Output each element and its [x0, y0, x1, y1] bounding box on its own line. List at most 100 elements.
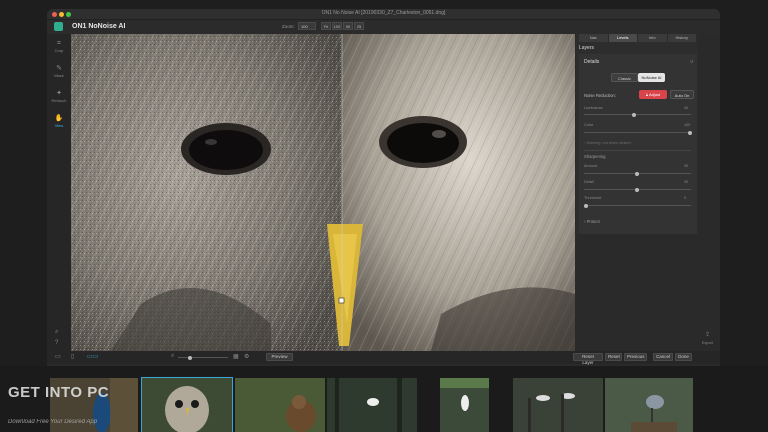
title-bar: ON1 No Noise AI [20190330_Z7_Charleston_…	[47, 9, 720, 20]
color-value: 100	[684, 123, 691, 127]
crop-icon: ⌗	[57, 40, 61, 47]
bottom-bar: ▭ ▯ ▭▭ ⌕ ▦ ⚙ Preview Reset Layer Reset P…	[47, 351, 720, 365]
search-icon[interactable]: ⌕	[55, 329, 58, 336]
tool-label: Crop	[54, 48, 64, 53]
tool-label: Retouch	[51, 98, 67, 103]
tool-label: Mask	[54, 73, 64, 78]
grid-icon[interactable]: ▦	[233, 353, 239, 360]
tool-mask[interactable]: ✎ Mask	[47, 64, 71, 86]
tool-retouch[interactable]: ✦ Retouch	[47, 89, 71, 111]
retouch-icon: ✦	[56, 90, 62, 97]
zoom-50-button[interactable]: 50	[343, 22, 353, 30]
owl-photo	[71, 34, 575, 351]
tool-crop[interactable]: ⌗ Crop	[47, 39, 71, 61]
export-icon[interactable]: ⇪	[705, 331, 710, 338]
window-title: ON1 No Noise AI [20190330_Z7_Charleston_…	[321, 10, 446, 16]
done-button[interactable]: Done	[675, 353, 692, 361]
export-label[interactable]: Export	[702, 341, 713, 345]
detail-knob[interactable]	[635, 187, 639, 192]
reset-button[interactable]: Reset	[605, 353, 622, 361]
details-heading[interactable]: Details	[584, 59, 599, 65]
zoom-slider[interactable]	[178, 355, 228, 360]
preview-button[interactable]: Preview	[266, 353, 293, 361]
adjust-label: Adjust	[648, 92, 661, 97]
amount-slider[interactable]	[584, 171, 691, 176]
cancel-button[interactable]: Cancel	[653, 353, 673, 361]
watermark-subtitle: Download Free Your Desired App	[8, 419, 98, 425]
app-header: ON1 NoNoise AI Zoom: 100 Fit 100 50 25	[47, 20, 720, 34]
heron-photo	[605, 378, 693, 432]
hawk-photo	[235, 378, 325, 432]
thumbnail-owl[interactable]	[141, 377, 233, 432]
compare-icon[interactable]: ▭	[55, 353, 61, 360]
egret-swamp-photo	[327, 378, 417, 432]
tab-levels[interactable]: Levels	[608, 34, 638, 42]
previous-button[interactable]: Previous	[624, 353, 647, 361]
watermark-title: GET INTO PC	[8, 384, 110, 401]
brush-icon: ✎	[56, 65, 62, 72]
panel-tabs: Nav Levels Info History	[579, 34, 697, 42]
luminance-label: Luminance	[584, 106, 603, 110]
zoom-25-button[interactable]: 25	[354, 22, 364, 30]
tool-label: View	[54, 123, 64, 128]
split-handle	[338, 297, 345, 304]
view-icon: ✋	[54, 115, 64, 122]
split-view-icon[interactable]: ▯	[71, 353, 74, 360]
thumbnail-egret-swamp[interactable]	[327, 378, 417, 432]
threshold-value: 0	[684, 196, 687, 200]
tab-info[interactable]: Info	[638, 34, 668, 42]
zoom-fit-button[interactable]: Fit	[321, 22, 331, 30]
filmstrip	[0, 366, 768, 432]
threshold-label: Threshold	[584, 196, 601, 200]
color-label: Color	[584, 123, 594, 127]
owl-thumb-photo	[142, 378, 232, 432]
settings-icon[interactable]: ⚙	[244, 353, 249, 360]
thumbnail-egret-water[interactable]	[440, 378, 489, 432]
zoom-100-button[interactable]: 100	[332, 22, 342, 30]
luminance-slider[interactable]	[584, 112, 691, 117]
warning-text: ◦ Warning: not when related	[584, 141, 631, 145]
luminance-knob[interactable]	[632, 112, 636, 117]
mode-classic-button[interactable]: Classic	[611, 73, 638, 82]
zoom-label: Zoom:	[282, 24, 295, 29]
amount-value: 30	[684, 164, 689, 168]
app-name: ON1 NoNoise AI	[72, 23, 126, 30]
color-slider[interactable]	[584, 130, 692, 135]
sharpening-heading: Sharpening	[584, 154, 606, 159]
app-logo-icon	[54, 22, 63, 31]
reset-icon[interactable]: ↺	[690, 59, 693, 64]
layers-heading[interactable]: Layers	[579, 45, 594, 51]
adjust-button[interactable]: 🔒︎ Adjust	[639, 90, 667, 99]
threshold-knob[interactable]	[584, 203, 588, 208]
noise-reduction-label: Noise Reduction:	[584, 93, 616, 98]
tab-nav[interactable]: Nav	[579, 34, 609, 42]
thumbnail-egrets-trees[interactable]	[513, 378, 603, 432]
left-toolbar: ⌗ Crop ✎ Mask ✦ Retouch ✋ View ⌕ ?	[47, 34, 71, 351]
zoom-select[interactable]: 100	[298, 22, 316, 30]
color-knob[interactable]	[688, 130, 692, 135]
reset-layer-button[interactable]: Reset Layer	[573, 353, 603, 365]
detail-slider[interactable]	[584, 187, 691, 192]
tool-view[interactable]: ✋ View	[47, 114, 71, 136]
detail-value: 30	[684, 180, 689, 184]
amount-knob[interactable]	[635, 171, 639, 176]
protect-section[interactable]: › Protect	[584, 219, 600, 224]
warning-label: Warning: not when related	[586, 141, 631, 145]
detail-label: Detail	[584, 180, 594, 184]
thumbnail-hawk[interactable]	[235, 378, 325, 432]
threshold-slider[interactable]	[584, 203, 691, 208]
mode-nonoise-ai-button[interactable]: NoNoise AI	[638, 73, 665, 82]
zoom-knob[interactable]	[188, 355, 192, 360]
amount-label: Amount	[584, 164, 598, 168]
protect-label: Protect	[586, 219, 600, 224]
thumbnail-heron[interactable]	[605, 378, 693, 432]
help-icon[interactable]: ?	[55, 340, 58, 346]
auto-on-button[interactable]: Auto On	[670, 90, 694, 99]
tab-history[interactable]: History	[668, 34, 697, 42]
right-panel: Nav Levels Info History Layers Details ↺…	[576, 34, 698, 234]
image-canvas[interactable]	[71, 34, 575, 351]
egret-water-photo	[440, 378, 489, 432]
egrets-trees-photo	[513, 378, 603, 432]
zoom-out-icon[interactable]: ⌕	[171, 353, 174, 360]
side-by-side-icon[interactable]: ▭▭	[87, 353, 98, 360]
